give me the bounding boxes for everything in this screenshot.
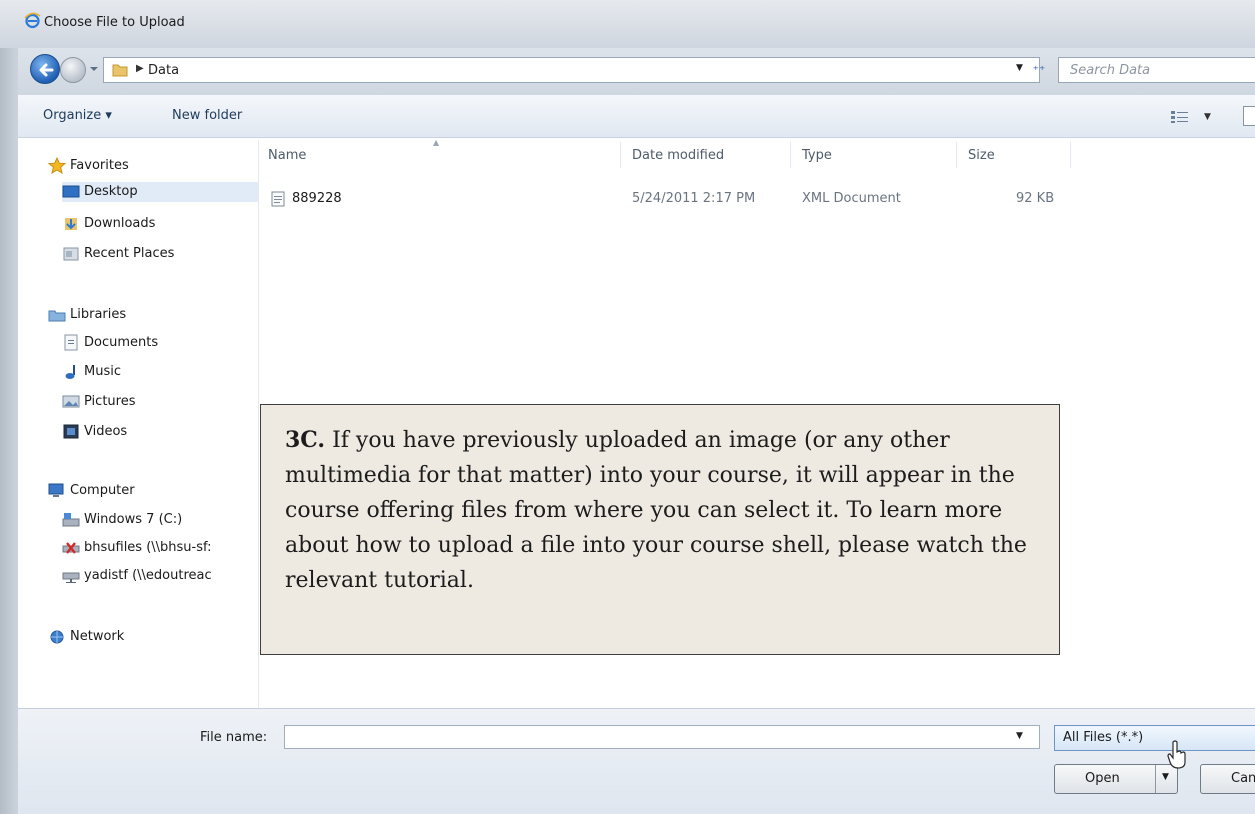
window-frame <box>0 0 18 814</box>
callout-text: 3C. If you have previously uploaded an i… <box>285 423 1045 598</box>
bottom-panel <box>18 708 1255 814</box>
hand-cursor-icon <box>1167 740 1186 769</box>
documents-icon <box>64 334 78 351</box>
nav-label: Music <box>84 364 121 379</box>
nav-label: Network <box>70 629 125 644</box>
file-name-input[interactable] <box>284 725 1040 749</box>
disconnected-drive-icon <box>62 542 80 554</box>
nav-videos[interactable]: Videos <box>62 422 252 442</box>
cancel-button[interactable]: Cancel <box>1200 764 1255 794</box>
file-name-label: File name: <box>200 730 268 745</box>
view-dropdown-icon[interactable]: ▼ <box>1204 112 1211 122</box>
star-icon <box>48 157 66 174</box>
nav-label: bhsufiles (\\bhsu-sf: <box>84 540 212 555</box>
nav-documents[interactable]: Documents <box>62 333 252 353</box>
column-separator[interactable] <box>956 142 957 168</box>
view-options-icon[interactable] <box>1170 110 1190 124</box>
back-button[interactable] <box>30 54 60 84</box>
nav-libraries[interactable]: Libraries <box>48 305 248 325</box>
nav-network-drive-bhsufiles[interactable]: bhsufiles (\\bhsu-sf: <box>62 538 258 558</box>
file-date-cell: 5/24/2011 2:17 PM <box>632 191 756 206</box>
cancel-button-label: Cancel <box>1231 771 1255 786</box>
pictures-icon <box>62 395 80 408</box>
recent-pages-dropdown-icon[interactable] <box>89 63 99 75</box>
address-box[interactable]: ▶ Data <box>103 57 1040 83</box>
libraries-icon <box>48 310 66 322</box>
nav-favorites[interactable]: Favorites <box>48 156 248 176</box>
search-input[interactable]: Search Data <box>1058 57 1255 83</box>
address-dropdown-icon[interactable]: ▼ <box>1016 63 1023 73</box>
open-button-label: Open <box>1085 771 1120 786</box>
file-type-filter-value: All Files (*.*) <box>1063 730 1144 745</box>
nav-label: Downloads <box>84 216 156 231</box>
nav-label: Libraries <box>70 307 127 322</box>
chevron-down-icon: ▼ <box>1162 772 1169 782</box>
breadcrumb-arrow-icon: ▶ <box>136 63 144 74</box>
nav-label: Desktop <box>84 184 138 199</box>
file-row[interactable] <box>260 188 1255 210</box>
downloads-icon <box>65 218 77 230</box>
back-arrow-icon <box>39 63 54 77</box>
column-separator[interactable] <box>790 142 791 168</box>
nav-desktop[interactable]: Desktop <box>62 182 258 202</box>
column-separator[interactable] <box>620 142 621 168</box>
nav-label: Videos <box>84 424 128 439</box>
refresh-button[interactable]: ⁺⁺ <box>1028 57 1050 83</box>
file-type-cell: XML Document <box>802 191 901 206</box>
network-icon <box>50 630 64 644</box>
desktop-icon <box>62 185 80 198</box>
column-header-date[interactable]: Date modified <box>632 148 724 163</box>
xml-file-icon <box>271 191 285 207</box>
preview-pane-icon[interactable] <box>1243 106 1255 126</box>
file-name-cell[interactable]: 889228 <box>292 191 342 206</box>
nav-recent-places[interactable]: Recent Places <box>62 244 252 264</box>
open-button[interactable]: Open ▼ <box>1054 764 1178 794</box>
nav-label: Documents <box>84 335 159 350</box>
breadcrumb-data[interactable]: Data <box>148 63 179 78</box>
file-size-cell: 92 KB <box>1016 191 1055 206</box>
callout-body: If you have previously uploaded an image… <box>285 428 1027 593</box>
nav-music[interactable]: Music <box>62 362 252 382</box>
music-icon <box>65 365 75 379</box>
window-title: Choose File to Upload <box>44 15 185 30</box>
videos-icon <box>63 424 79 439</box>
nav-label: Pictures <box>84 394 136 409</box>
file-type-filter-select[interactable]: All Files (*.*) <box>1054 725 1255 751</box>
new-folder-button[interactable]: New folder <box>172 108 242 123</box>
pane-divider <box>258 140 259 708</box>
network-drive-icon <box>62 572 80 583</box>
nav-windows-drive[interactable]: Windows 7 (C:) <box>62 510 258 530</box>
file-name-dropdown-icon[interactable]: ▼ <box>1016 731 1023 741</box>
folder-icon <box>112 64 128 77</box>
tutorial-callout: 3C. If you have previously uploaded an i… <box>260 404 1060 655</box>
search-placeholder: Search Data <box>1070 63 1151 78</box>
column-header-size[interactable]: Size <box>968 148 995 163</box>
nav-label: Recent Places <box>84 246 175 261</box>
nav-pictures[interactable]: Pictures <box>62 392 252 412</box>
nav-label: yadistf (\\edoutreac <box>84 568 212 583</box>
nav-label: Windows 7 (C:) <box>84 512 183 527</box>
nav-label: Computer <box>70 483 135 498</box>
nav-computer[interactable]: Computer <box>48 481 248 501</box>
forward-button[interactable] <box>60 57 86 83</box>
title-bar: Choose File to Upload <box>0 0 1255 48</box>
ie-icon <box>24 12 41 29</box>
sort-ascending-icon: ▲ <box>433 138 440 147</box>
recent-places-icon <box>63 247 79 261</box>
drive-icon <box>62 513 80 527</box>
computer-icon <box>48 483 64 497</box>
callout-step-label: 3C. <box>285 427 326 453</box>
nav-label: Favorites <box>70 158 129 173</box>
nav-network-drive-yadistf[interactable]: yadistf (\\edoutreac <box>62 566 258 586</box>
nav-downloads[interactable]: Downloads <box>62 214 252 234</box>
organize-menu[interactable]: Organize ▾ <box>43 108 112 123</box>
column-header-type[interactable]: Type <box>802 148 832 163</box>
column-separator[interactable] <box>1070 142 1071 168</box>
column-header-name[interactable]: Name <box>268 148 306 163</box>
nav-network[interactable]: Network <box>48 627 248 647</box>
